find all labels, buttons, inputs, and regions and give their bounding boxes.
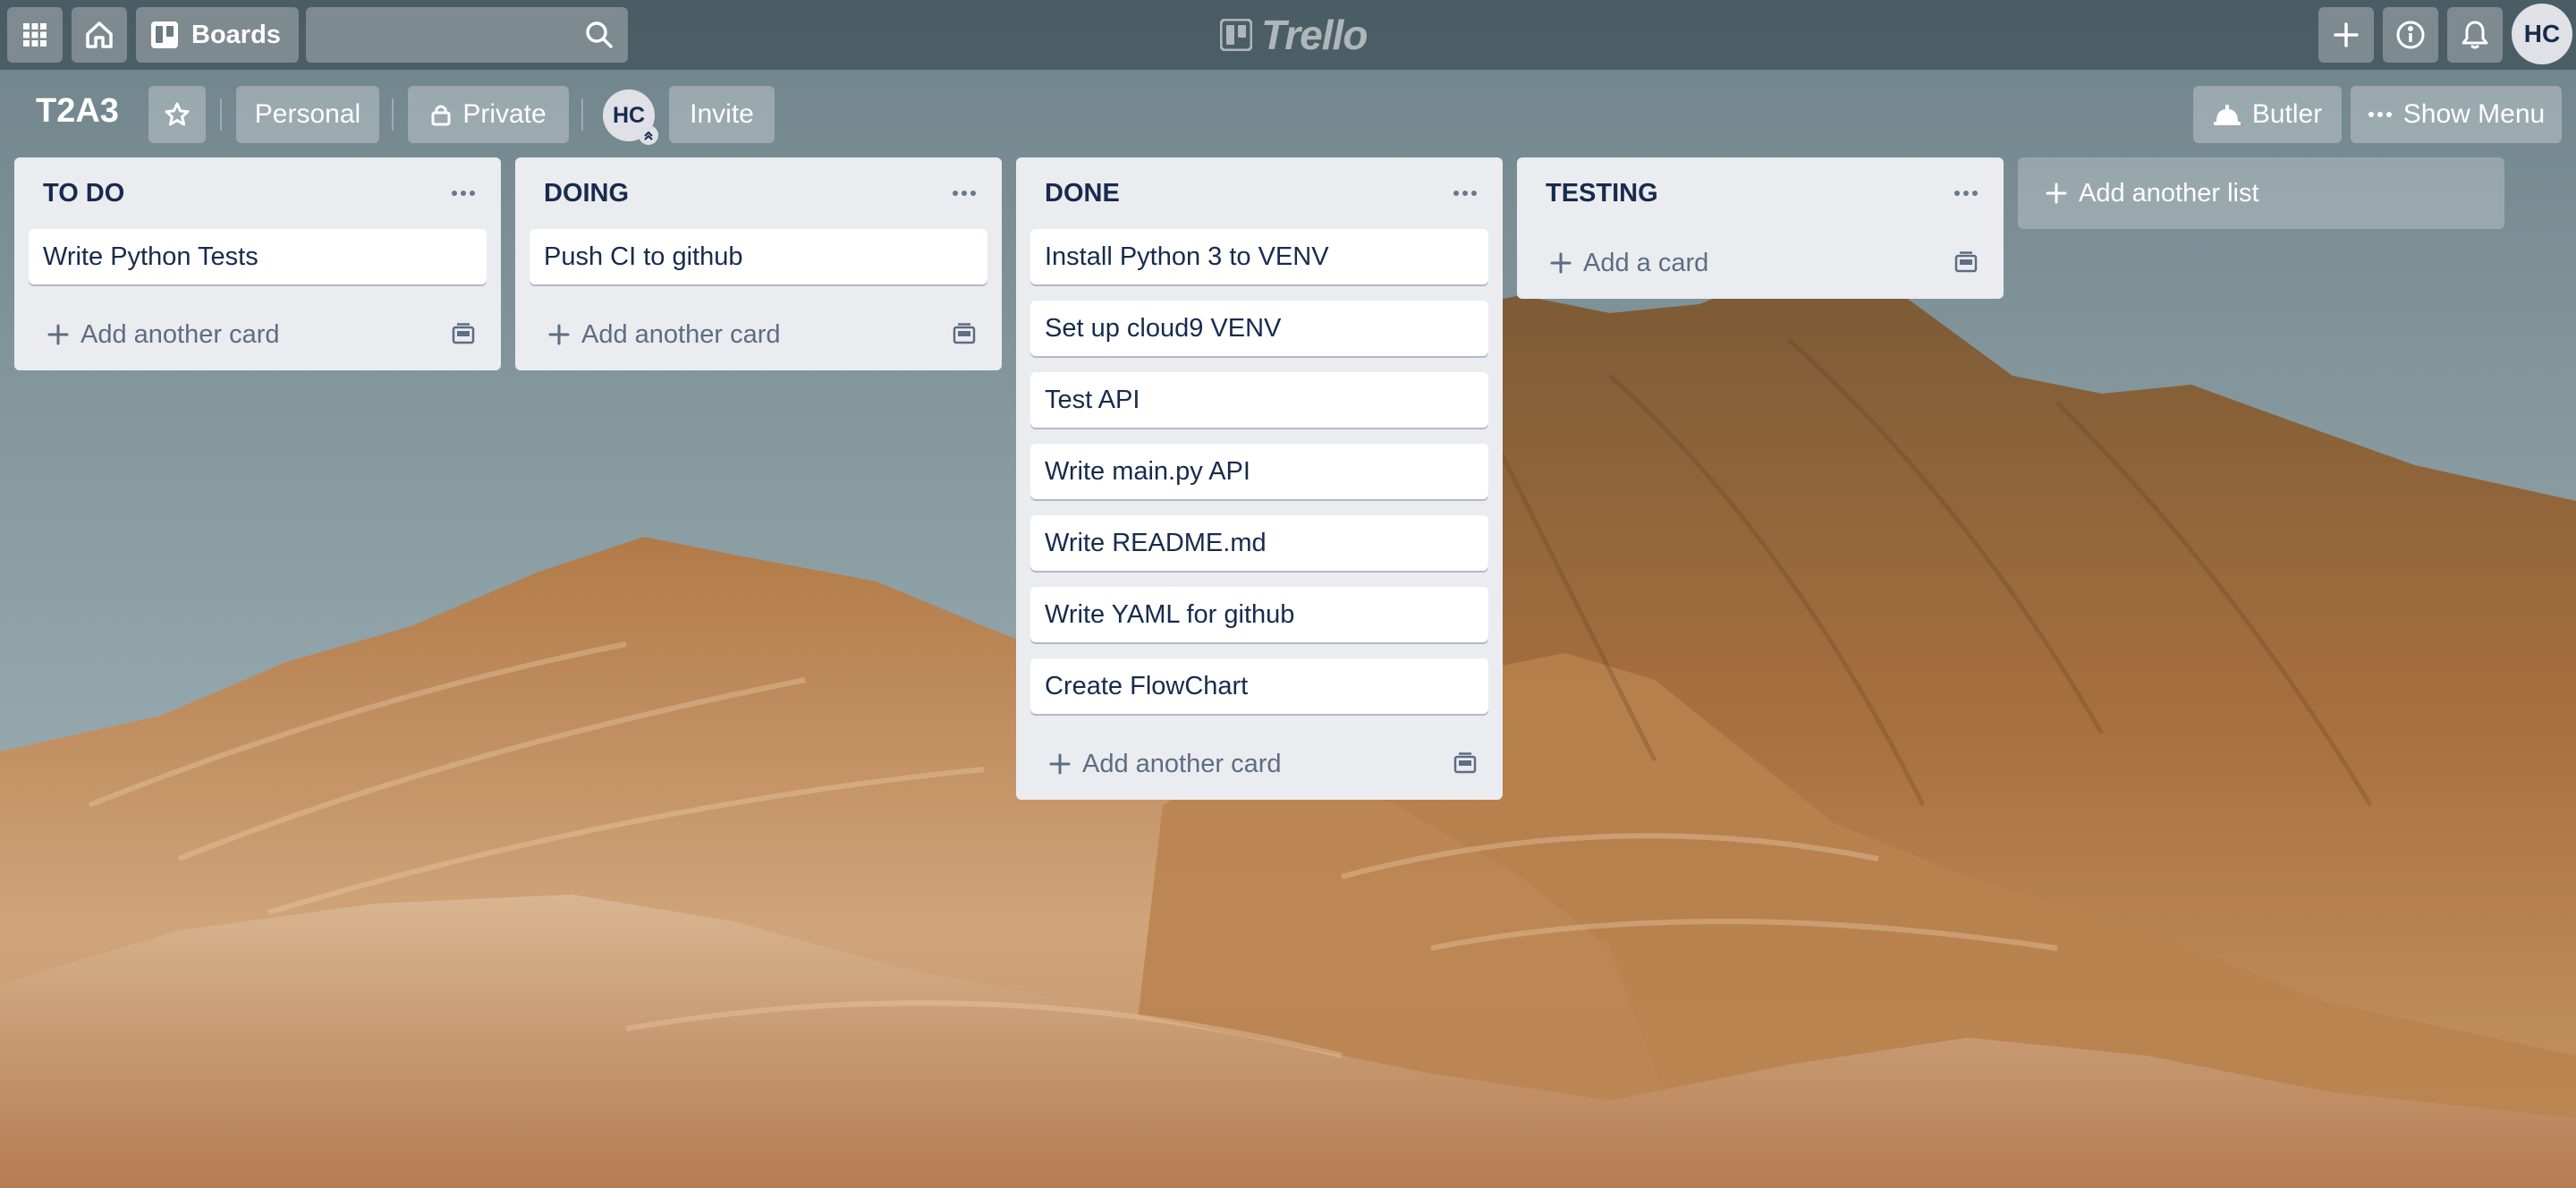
- card[interactable]: Create FlowChart: [1030, 658, 1488, 714]
- card[interactable]: Write README.md: [1030, 515, 1488, 571]
- plus-icon: [1550, 252, 1572, 274]
- ellipsis-icon: [953, 191, 976, 196]
- bell-icon: [2462, 21, 2488, 49]
- list-header: TESTING: [1517, 157, 2004, 229]
- trello-logo-text: Trello: [1261, 12, 1368, 58]
- boards-icon: [151, 21, 178, 48]
- list-footer: Add another card: [1016, 728, 1503, 800]
- add-card-label: Add a card: [1583, 248, 1709, 277]
- team-visibility-label: Personal: [254, 99, 361, 129]
- plus-icon: [2334, 22, 2359, 47]
- board-member-initials: HC: [612, 102, 646, 128]
- add-card-button[interactable]: Add a card: [1549, 249, 1708, 278]
- list-menu-button[interactable]: [945, 174, 984, 213]
- add-card-label: Add another card: [1082, 749, 1282, 778]
- star-board-button[interactable]: [148, 86, 206, 143]
- list-menu-button[interactable]: [1946, 174, 1986, 213]
- add-card-label: Add another card: [80, 319, 280, 349]
- plus-icon: [47, 324, 69, 345]
- list-header: DONE: [1016, 157, 1503, 229]
- divider: [581, 98, 583, 131]
- top-nav-bar: Boards Trello HC: [0, 0, 2576, 70]
- board-member-avatar[interactable]: HC: [603, 89, 658, 145]
- butler-bell-icon: [2213, 105, 2241, 125]
- info-button[interactable]: [2383, 7, 2438, 63]
- card-list: Write Python Tests: [14, 229, 501, 284]
- trello-logo[interactable]: Trello: [1220, 12, 1368, 58]
- add-card-button[interactable]: Add another card: [547, 320, 780, 350]
- admin-chevron-icon: [639, 125, 658, 145]
- card[interactable]: Write YAML for github: [1030, 587, 1488, 642]
- template-icon[interactable]: [1453, 752, 1478, 776]
- lock-icon: [431, 105, 451, 126]
- plus-icon: [548, 324, 570, 345]
- list-header: TO DO: [14, 157, 501, 229]
- butler-label: Butler: [2251, 99, 2323, 129]
- list-menu-button[interactable]: [1445, 174, 1485, 213]
- list-menu-button[interactable]: [444, 174, 483, 213]
- list-footer: Add another card: [14, 299, 501, 370]
- add-list-button[interactable]: Add another list: [2018, 157, 2504, 229]
- search-field[interactable]: [306, 7, 628, 63]
- search-icon[interactable]: [585, 21, 614, 49]
- apps-grid-button[interactable]: [7, 7, 63, 63]
- boards-label: Boards: [191, 20, 281, 49]
- show-menu-button[interactable]: Show Menu: [2351, 86, 2562, 143]
- card-list: Push CI to github: [515, 229, 1002, 284]
- ellipsis-icon: [452, 191, 475, 196]
- ellipsis-icon: [2368, 112, 2392, 117]
- add-card-button[interactable]: Add another card: [47, 320, 279, 350]
- star-icon: [165, 102, 190, 126]
- invite-button[interactable]: Invite: [669, 86, 775, 143]
- list-title[interactable]: DOING: [544, 179, 629, 208]
- show-menu-label: Show Menu: [2402, 99, 2546, 129]
- list-header: DOING: [515, 157, 1002, 229]
- card[interactable]: Write main.py API: [1030, 444, 1488, 499]
- privacy-label: Private: [462, 99, 547, 129]
- list-title[interactable]: TO DO: [43, 179, 124, 208]
- plus-icon: [2046, 182, 2067, 204]
- template-icon[interactable]: [451, 323, 476, 346]
- team-visibility-button[interactable]: Personal: [236, 86, 379, 143]
- butler-button[interactable]: Butler: [2193, 86, 2342, 143]
- boards-button[interactable]: Boards: [136, 7, 299, 63]
- board-title[interactable]: T2A3: [36, 92, 119, 131]
- ellipsis-icon: [1453, 191, 1477, 196]
- list-title[interactable]: DONE: [1045, 179, 1120, 208]
- add-card-label: Add another card: [581, 319, 781, 349]
- plus-icon: [1049, 753, 1071, 775]
- divider: [220, 98, 222, 131]
- card[interactable]: Write Python Tests: [29, 229, 487, 284]
- divider: [392, 98, 394, 131]
- list-to-do: TO DO Write Python Tests Add another car…: [14, 157, 501, 370]
- add-card-button[interactable]: Add another card: [1048, 750, 1281, 779]
- template-icon[interactable]: [1953, 251, 1979, 275]
- ellipsis-icon: [1954, 191, 1978, 196]
- list-doing: DOING Push CI to github Add another card: [515, 157, 1002, 370]
- grid-icon: [23, 23, 47, 47]
- card[interactable]: Install Python 3 to VENV: [1030, 229, 1488, 284]
- info-icon: [2396, 21, 2425, 49]
- card[interactable]: Test API: [1030, 372, 1488, 428]
- search-input[interactable]: [306, 7, 603, 63]
- card[interactable]: Set up cloud9 VENV: [1030, 301, 1488, 356]
- list-footer: Add a card: [1517, 227, 2004, 299]
- home-button[interactable]: [72, 7, 127, 63]
- card-list: Install Python 3 to VENV Set up cloud9 V…: [1016, 229, 1503, 714]
- list-title[interactable]: TESTING: [1546, 179, 1658, 208]
- add-list-label: Add another list: [2079, 178, 2259, 208]
- home-icon: [86, 21, 113, 48]
- card[interactable]: Push CI to github: [530, 229, 987, 284]
- create-button[interactable]: [2318, 7, 2374, 63]
- user-avatar[interactable]: HC: [2512, 4, 2572, 64]
- trello-logo-icon: [1220, 19, 1252, 51]
- list-testing: TESTING Add a card: [1517, 157, 2004, 299]
- notifications-button[interactable]: [2447, 7, 2503, 63]
- list-footer: Add another card: [515, 299, 1002, 370]
- invite-label: Invite: [690, 99, 754, 129]
- list-done: DONE Install Python 3 to VENV Set up clo…: [1016, 157, 1503, 800]
- template-icon[interactable]: [952, 323, 977, 346]
- privacy-button[interactable]: Private: [408, 86, 569, 143]
